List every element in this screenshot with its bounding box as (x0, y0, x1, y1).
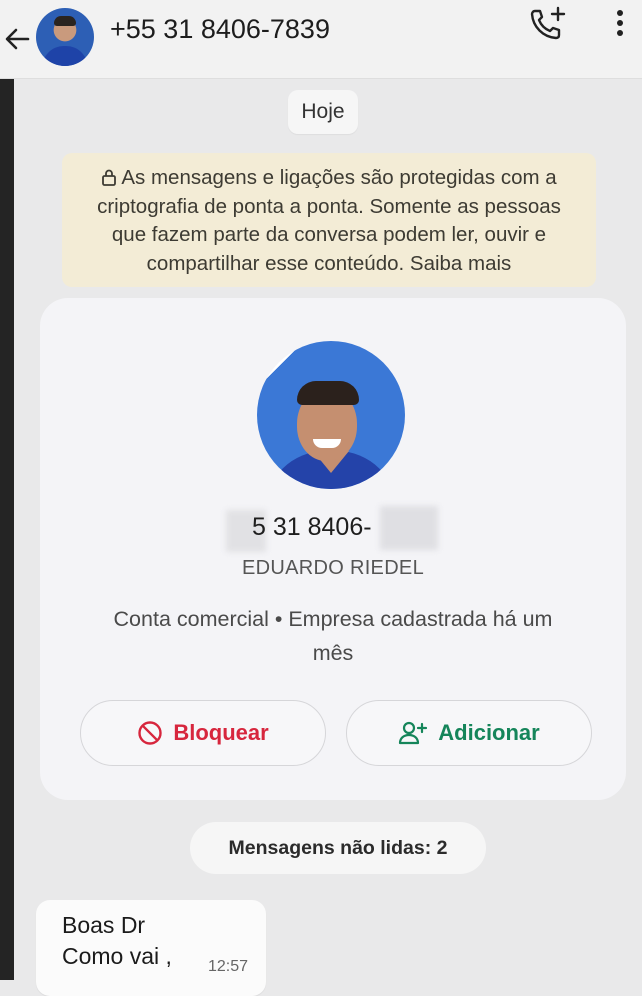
add-label: Adicionar (438, 720, 540, 745)
date-chip: Hoje (288, 90, 358, 134)
notice-text-2: criptografia de ponta a ponta. Somente a… (97, 194, 561, 218)
encryption-notice[interactable]: As mensagens e ligações são protegidas c… (62, 153, 596, 287)
lock-icon (102, 169, 117, 186)
profile-phone: 5 31 8406- (252, 513, 372, 541)
block-icon (138, 721, 163, 745)
redaction-blur (380, 506, 438, 550)
more-vertical-icon (617, 10, 623, 36)
add-contact-button[interactable]: Adicionar (346, 700, 592, 766)
contact-avatar[interactable] (36, 8, 94, 66)
add-call-button[interactable] (528, 6, 568, 42)
add-call-icon (530, 6, 566, 40)
business-profile-card: 5 31 8406- EDUARDO RIEDEL Conta comercia… (40, 298, 626, 800)
message-text: Como vai , (62, 943, 172, 969)
arrow-left-icon (5, 28, 30, 50)
account-info: Conta comercial • Empresa cadastrada há … (80, 602, 586, 670)
notice-text-3: que fazem parte da conversa podem ler, o… (111, 223, 547, 246)
account-info-line: Conta comercial • Empresa cadastrada há … (113, 607, 553, 631)
block-button[interactable]: Bloquear (80, 700, 326, 766)
incoming-message[interactable]: Boas Dr Como vai , 12:57 (36, 900, 266, 996)
block-label: Bloquear (173, 720, 269, 745)
profile-name: EDUARDO RIEDEL (241, 557, 424, 579)
profile-photo[interactable] (257, 341, 405, 489)
screen-edge (0, 0, 14, 980)
notice-line: As mensagens e ligações são protegidas c… (72, 164, 586, 193)
message-text: Boas Dr (62, 912, 146, 938)
more-options-button[interactable] (610, 6, 630, 40)
account-info-line: mês (312, 641, 354, 665)
back-button[interactable] (2, 24, 32, 54)
notice-text-4: compartilhar esse conteúdo. Saiba mais (146, 251, 512, 275)
notice-text-1: As mensagens e ligações são protegidas c… (121, 166, 557, 189)
unread-messages-chip: Mensagens não lidas: 2 (190, 822, 486, 874)
add-person-icon (399, 721, 428, 745)
message-time: 12:57 (208, 958, 249, 975)
contact-title[interactable]: +55 31 8406-7839 (110, 14, 330, 45)
chat-header: +55 31 8406-7839 (0, 0, 642, 79)
